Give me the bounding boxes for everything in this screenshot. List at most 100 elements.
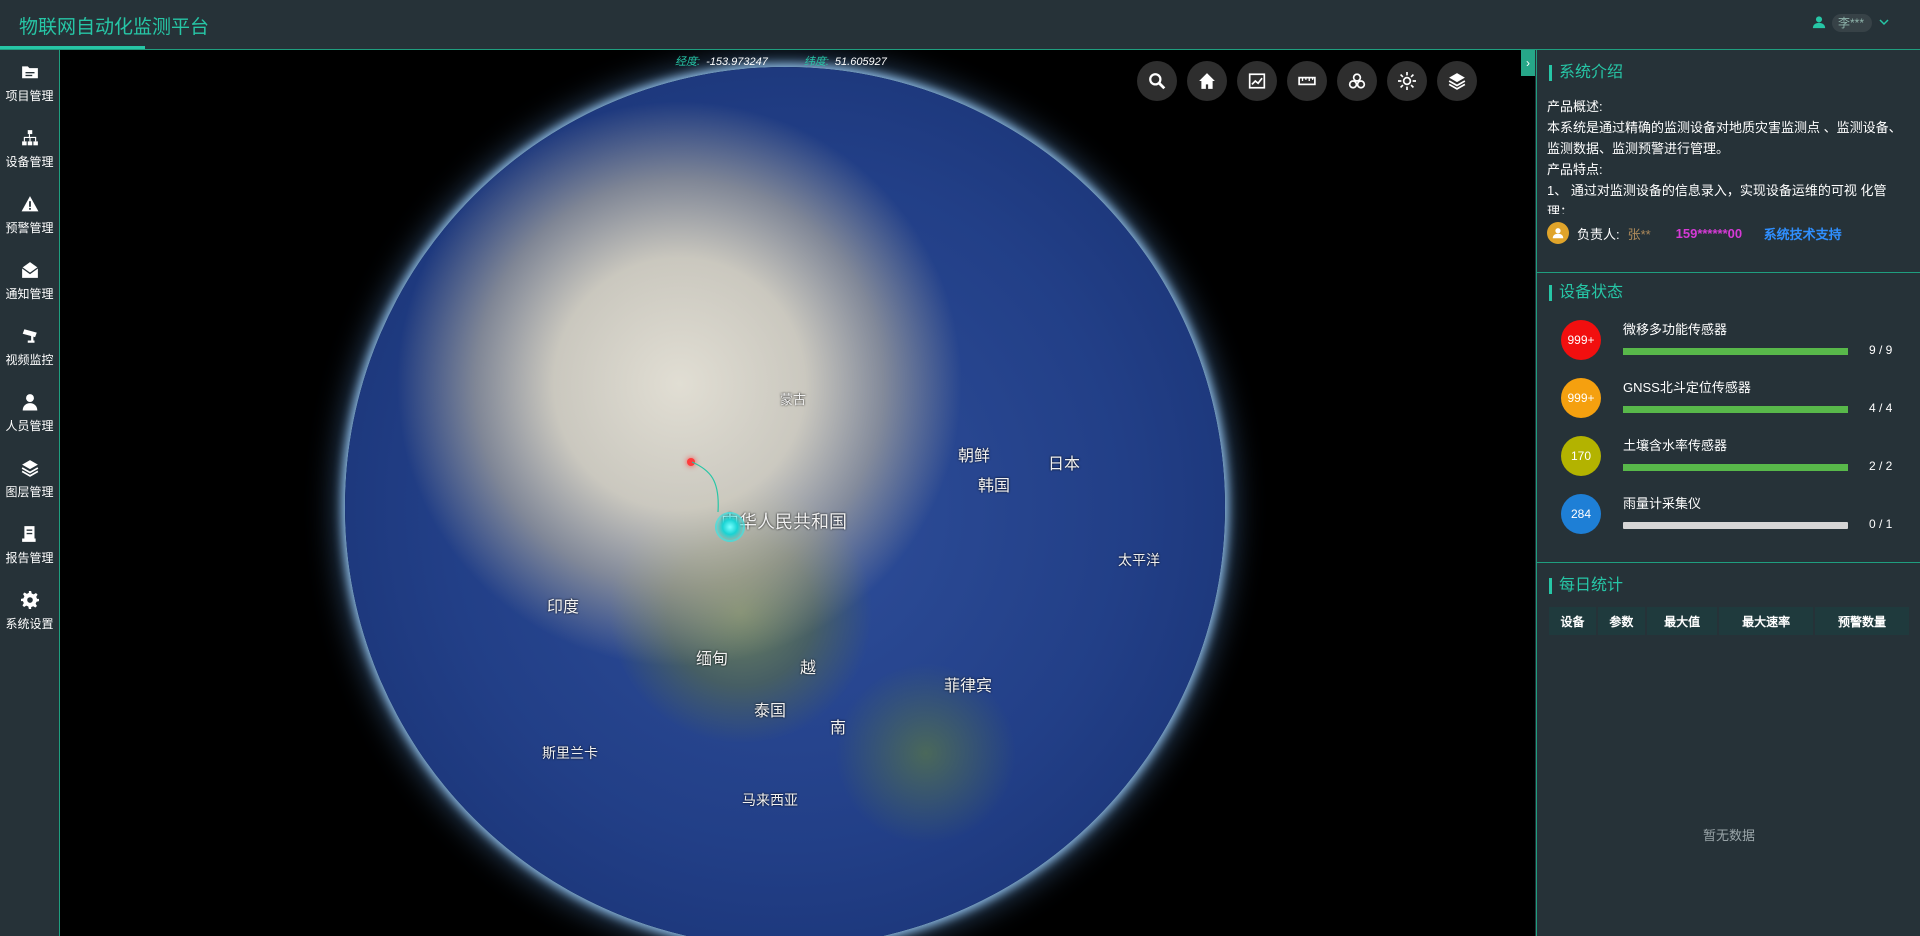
sidebar-item-settings[interactable]: 系统设置	[0, 578, 59, 644]
route-line	[691, 461, 719, 513]
sidebar-item-video[interactable]: 视频监控	[0, 314, 59, 380]
intro-text[interactable]: 产品概述: 本系统是通过精确的监测设备对地质灾害监测点 、监测设备、监测数据、监…	[1547, 96, 1911, 214]
report-icon	[21, 525, 36, 542]
latitude-label: 纬度:	[803, 56, 829, 68]
sidebar-item-layers[interactable]: 图层管理	[0, 446, 59, 512]
map-label-india: 印度	[547, 599, 580, 616]
right-panel: 系统介绍 产品概述: 本系统是通过精确的监测设备对地质灾害监测点 、监测设备、监…	[1536, 50, 1920, 936]
count-badge: 999+	[1561, 320, 1601, 360]
count-badge: 999+	[1561, 378, 1601, 418]
coordinate-readout: 经度: -153.973247 纬度: 51.605927	[675, 53, 887, 69]
map-label-malaysia: 马来西亚	[742, 792, 798, 808]
daily-stats-section: 每日统计 设备 参数 最大值 最大速率 预警数量 暂无数据	[1547, 575, 1911, 843]
device-name: 雨量计采集仪	[1623, 496, 1702, 511]
lighting-button[interactable]	[1387, 61, 1427, 101]
sidebar-item-label: 项目管理	[5, 88, 54, 103]
online-progress-bar	[1623, 522, 1848, 529]
progress-fill	[1623, 464, 1848, 471]
sidebar-item-warnings[interactable]: 预警管理	[0, 182, 59, 248]
map-label-philippines: 菲律宾	[944, 678, 993, 695]
section-title: 每日统计	[1547, 575, 1911, 597]
online-ratio: 4 / 4	[1869, 401, 1893, 415]
layers-icon	[1448, 73, 1466, 90]
tech-support-link[interactable]: 系统技术支持	[1764, 224, 1842, 243]
chevron-right-icon: ›	[1526, 56, 1530, 70]
home-button[interactable]	[1187, 61, 1227, 101]
sidebar-item-people[interactable]: 人员管理	[0, 380, 59, 446]
sidebar-item-reports[interactable]: 报告管理	[0, 512, 59, 578]
title-underline	[0, 46, 145, 49]
map-label-north-korea: 朝鲜	[958, 448, 991, 465]
online-progress-bar	[1623, 464, 1848, 471]
sun-icon	[1398, 72, 1416, 90]
user-name: 李***	[1832, 14, 1872, 32]
column-header-max[interactable]: 最大值	[1646, 607, 1718, 635]
column-header-param[interactable]: 参数	[1597, 607, 1645, 635]
progress-fill	[1623, 406, 1848, 413]
online-ratio: 2 / 2	[1869, 459, 1893, 473]
contact-name: 张**	[1627, 226, 1651, 242]
feature-item: 1、 通过对监测设备的信息录入，实现设备运维的可视 化管理；	[1547, 183, 1887, 214]
sidebar-item-label: 人员管理	[5, 418, 54, 433]
online-progress-bar	[1623, 348, 1848, 355]
chevron-down-icon[interactable]	[1878, 15, 1890, 31]
empty-state-text: 暂无数据	[1702, 828, 1755, 843]
cluster-button[interactable]	[1337, 61, 1377, 101]
online-ratio: 9 / 9	[1869, 343, 1893, 357]
search-icon	[1149, 73, 1166, 90]
overview-label: 产品概述:	[1547, 99, 1603, 114]
longitude-value: -153.973247	[706, 56, 768, 68]
map-label-vietnam: 越	[800, 660, 817, 677]
sidebar-item-devices[interactable]: 设备管理	[0, 116, 59, 182]
section-title: 设备状态	[1547, 282, 1911, 304]
online-progress-bar	[1623, 406, 1848, 413]
search-button[interactable]	[1137, 61, 1177, 101]
longitude-label: 经度:	[675, 56, 701, 68]
list-item[interactable]: 284 雨量计采集仪 0 / 1	[1547, 488, 1911, 546]
app-title: 物联网自动化监测平台	[19, 17, 210, 38]
list-item[interactable]: 999+ GNSS北斗定位传感器 4 / 4	[1547, 372, 1911, 430]
left-sidebar: 项目管理 设备管理 预警管理 通知管理 视频监控 人员管理 图层管理 报告管理 …	[0, 50, 60, 936]
map-label-japan: 日本	[1048, 456, 1081, 473]
column-header-device[interactable]: 设备	[1549, 607, 1596, 635]
chart-button[interactable]	[1237, 61, 1277, 101]
ruler-icon	[1298, 76, 1316, 86]
sidebar-item-projects[interactable]: 项目管理	[0, 50, 59, 116]
layers-button[interactable]	[1437, 61, 1477, 101]
layers-icon	[21, 459, 38, 477]
map-label-south-korea: 韩国	[978, 478, 1011, 495]
list-item[interactable]: 999+ 微移多功能传感器 9 / 9	[1547, 314, 1911, 372]
map-label-mongolia: 蒙古	[780, 392, 807, 407]
device-status-section: 设备状态 999+ 微移多功能传感器 9 / 9 999+ GNSS北斗定位传感…	[1547, 282, 1911, 546]
folder-icon	[21, 65, 38, 78]
map-label-pacific: 太平洋	[1118, 552, 1160, 568]
sidebar-item-label: 预警管理	[5, 220, 54, 235]
selected-site-marker[interactable]	[715, 512, 745, 542]
gear-icon	[20, 590, 39, 609]
column-header-max-rate[interactable]: 最大速率	[1719, 607, 1814, 635]
user-menu[interactable]: 李***	[1812, 14, 1890, 32]
sitemap-icon	[21, 129, 38, 145]
cluster-icon	[1348, 73, 1366, 89]
online-ratio: 0 / 1	[1869, 517, 1893, 531]
divider	[1537, 562, 1920, 563]
column-header-warnings[interactable]: 预警数量	[1815, 607, 1909, 635]
home-icon	[1199, 73, 1215, 89]
globe-map-view[interactable]: 中华人民共和国 蒙古 朝鲜 韩国 日本 印度 缅甸 泰国 越 南 菲律宾 马来西…	[60, 50, 1535, 936]
envelope-icon	[21, 261, 38, 278]
contact-row: 负责人: 张** 159******00 系统技术支持	[1547, 222, 1911, 244]
latitude-value: 51.605927	[834, 56, 887, 68]
warning-icon	[21, 195, 38, 211]
list-item[interactable]: 170 土壤含水率传感器 2 / 2	[1547, 430, 1911, 488]
avatar	[1547, 222, 1569, 244]
overview-text: 本系统是通过精确的监测设备对地质灾害监测点 、监测设备、监测数据、监测预警进行管…	[1547, 120, 1902, 156]
daily-stats-table: 设备 参数 最大值 最大速率 预警数量	[1547, 607, 1911, 635]
contact-phone: 159******00	[1675, 225, 1743, 241]
count-badge: 170	[1561, 436, 1601, 476]
collapse-panel-button[interactable]: ›	[1521, 50, 1535, 76]
divider	[1537, 272, 1920, 273]
measure-button[interactable]	[1287, 61, 1327, 101]
features-label: 产品特点:	[1547, 162, 1603, 177]
sidebar-item-label: 通知管理	[5, 286, 54, 301]
sidebar-item-notifications[interactable]: 通知管理	[0, 248, 59, 314]
